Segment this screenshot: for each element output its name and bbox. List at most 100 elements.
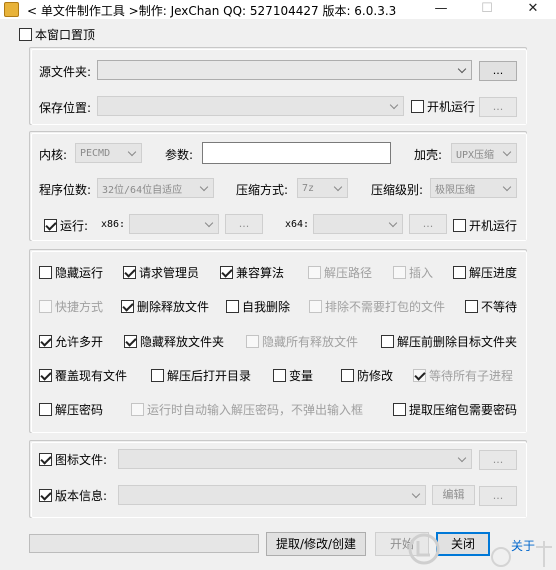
option-delete-released[interactable]: 删除释放文件 xyxy=(121,298,209,314)
version-info-checkbox-box[interactable] xyxy=(39,488,52,502)
maximize-button: ☐ xyxy=(481,1,493,16)
run-checkbox-box[interactable] xyxy=(44,218,57,232)
option-variable[interactable]: 变量 xyxy=(273,367,313,383)
chevron-down-icon xyxy=(386,215,402,233)
option-box[interactable] xyxy=(121,299,134,313)
minimize-button[interactable]: — xyxy=(418,0,464,19)
option-box xyxy=(393,265,406,279)
option-box[interactable] xyxy=(381,334,394,348)
topmost-checkbox[interactable]: 本窗口置顶 xyxy=(19,26,95,42)
option-label: 请求管理员 xyxy=(139,265,200,280)
bits-label: 程序位数: xyxy=(39,183,92,197)
option-anti-modify[interactable]: 防修改 xyxy=(341,367,393,383)
watermark-logo xyxy=(408,533,552,567)
x86-browse-button: ... xyxy=(225,214,263,234)
x64-combo xyxy=(313,214,403,234)
autorun-checkbox[interactable]: 开机运行 xyxy=(411,98,475,114)
option-label: 删除释放文件 xyxy=(137,299,210,314)
source-folder-combo[interactable] xyxy=(97,60,472,80)
option-request-admin[interactable]: 请求管理员 xyxy=(123,264,199,280)
option-box[interactable] xyxy=(226,299,239,313)
version-info-combo[interactable] xyxy=(118,485,426,505)
autorun-checkbox-box[interactable] xyxy=(411,99,424,113)
version-info-checkbox[interactable]: 版本信息: xyxy=(39,487,107,503)
autorun-label: 开机运行 xyxy=(427,99,476,114)
close-window-button[interactable]: ✕ xyxy=(510,0,556,19)
x64-label: x64: xyxy=(285,219,310,230)
chevron-down-icon xyxy=(500,144,516,162)
option-box[interactable] xyxy=(124,334,137,348)
autorun2-checkbox[interactable]: 开机运行 xyxy=(453,217,517,233)
option-extract-needs-password[interactable]: 提取压缩包需要密码 xyxy=(393,401,517,417)
chevron-down-icon xyxy=(387,97,403,115)
autorun2-checkbox-box[interactable] xyxy=(453,218,466,232)
source-browse-button[interactable]: ... xyxy=(479,61,517,81)
option-box[interactable] xyxy=(39,334,52,348)
option-label: 隐藏释放文件夹 xyxy=(140,334,225,349)
option-label: 运行时自动输入解压密码，不弹出输入框 xyxy=(147,402,364,417)
option-box[interactable] xyxy=(151,368,164,382)
option-box[interactable] xyxy=(39,265,52,279)
option-label: 快捷方式 xyxy=(55,299,104,314)
option-compat-algo[interactable]: 兼容算法 xyxy=(220,264,284,280)
topmost-checkbox-box[interactable] xyxy=(19,27,32,41)
option-box[interactable] xyxy=(393,402,406,416)
option-box[interactable] xyxy=(273,368,286,382)
option-box xyxy=(413,368,426,382)
option-box[interactable] xyxy=(39,368,52,382)
option-shortcut: 快捷方式 xyxy=(39,298,103,314)
chevron-down-icon xyxy=(500,179,516,197)
option-extract-progress[interactable]: 解压进度 xyxy=(453,264,517,280)
option-extract-password[interactable]: 解压密码 xyxy=(39,401,103,417)
option-box[interactable] xyxy=(341,368,354,382)
option-open-dir-after[interactable]: 解压后打开目录 xyxy=(151,367,251,383)
chevron-down-icon xyxy=(197,179,213,197)
option-delete-target-before[interactable]: 解压前删除目标文件夹 xyxy=(381,333,517,349)
autorun2-label: 开机运行 xyxy=(469,218,518,233)
option-label: 等待所有子进程 xyxy=(429,368,514,383)
option-no-wait[interactable]: 不等待 xyxy=(465,298,517,314)
params-label: 参数: xyxy=(165,148,194,162)
save-location-label: 保存位置: xyxy=(39,101,92,115)
option-label: 解压路径 xyxy=(324,265,373,280)
topmost-label: 本窗口置顶 xyxy=(35,27,96,42)
option-box xyxy=(131,402,144,416)
option-box[interactable] xyxy=(220,265,233,279)
option-exclude-files: 排除不需要打包的文件 xyxy=(309,298,445,314)
compress-method-combo: 7z xyxy=(297,178,348,198)
compress-level-combo: 极限压缩 xyxy=(430,178,517,198)
option-label: 隐藏运行 xyxy=(55,265,104,280)
option-label: 覆盖现有文件 xyxy=(55,368,128,383)
run-checkbox[interactable]: 运行: xyxy=(44,217,88,233)
icon-file-label: 图标文件: xyxy=(55,452,108,467)
kernel-combo: PECMD xyxy=(75,143,142,163)
icon-file-checkbox-box[interactable] xyxy=(39,452,52,466)
option-box[interactable] xyxy=(123,265,136,279)
option-self-delete[interactable]: 自我删除 xyxy=(226,298,290,314)
option-overwrite[interactable]: 覆盖现有文件 xyxy=(39,367,127,383)
shell-combo: UPX压缩 xyxy=(451,143,517,163)
option-label: 防修改 xyxy=(357,368,394,383)
run-label: 运行: xyxy=(60,218,89,233)
window-title: < 单文件制作工具 >制作: JexChan QQ: 527104427 版本:… xyxy=(27,4,397,18)
option-box[interactable] xyxy=(453,265,466,279)
compress-method-label: 压缩方式: xyxy=(236,183,289,197)
option-box[interactable] xyxy=(465,299,478,313)
option-hide-run[interactable]: 隐藏运行 xyxy=(39,264,103,280)
option-label: 兼容算法 xyxy=(236,265,285,280)
icon-file-checkbox[interactable]: 图标文件: xyxy=(39,451,107,467)
option-box[interactable] xyxy=(39,402,52,416)
version-edit-button: 编辑 xyxy=(432,485,475,505)
params-input[interactable] xyxy=(202,142,391,164)
app-icon xyxy=(4,2,19,17)
chevron-down-icon xyxy=(455,450,471,468)
option-box xyxy=(309,299,322,313)
extract-modify-create-button[interactable]: 提取/修改/创建 xyxy=(266,532,366,556)
chevron-down-icon xyxy=(455,61,471,79)
icon-file-combo[interactable] xyxy=(118,449,472,469)
option-hide-folder[interactable]: 隐藏释放文件夹 xyxy=(124,333,224,349)
chevron-down-icon xyxy=(125,144,141,162)
option-label: 不等待 xyxy=(481,299,518,314)
x86-label: x86: xyxy=(101,219,126,230)
option-allow-multi[interactable]: 允许多开 xyxy=(39,333,103,349)
